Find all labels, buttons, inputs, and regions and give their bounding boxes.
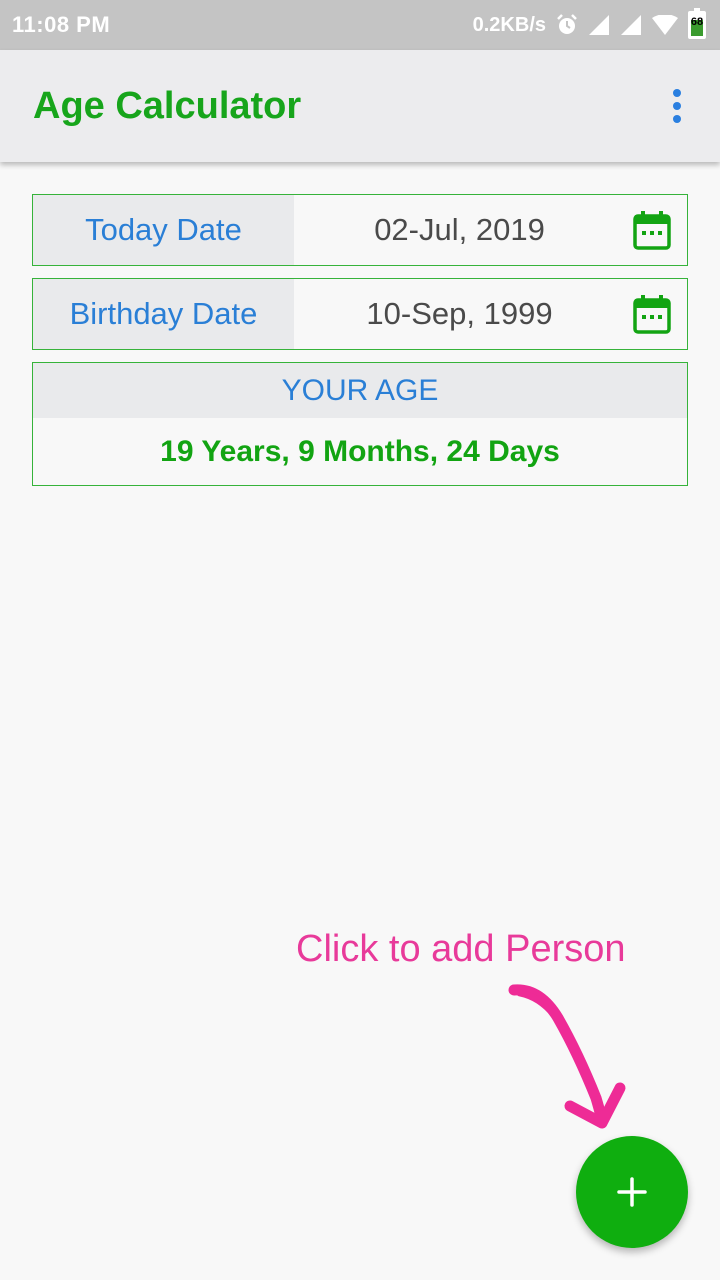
- age-result-card: YOUR AGE 19 Years, 9 Months, 24 Days: [32, 362, 688, 486]
- app-bar: Age Calculator: [0, 50, 720, 162]
- more-vert-icon[interactable]: [662, 81, 692, 131]
- plus-icon: [617, 1177, 647, 1207]
- signal-icon: [620, 14, 642, 36]
- today-date-label: Today Date: [33, 195, 294, 265]
- birthday-date-label: Birthday Date: [33, 279, 294, 349]
- status-bar: 11:08 PM 0.2KB/s 68: [0, 0, 720, 50]
- wifi-icon: [652, 15, 678, 35]
- age-header: YOUR AGE: [33, 363, 687, 418]
- age-value: 19 Years, 9 Months, 24 Days: [160, 434, 560, 468]
- calendar-icon[interactable]: [617, 279, 687, 349]
- add-person-hint: Click to add Person: [296, 928, 626, 970]
- network-speed: 0.2KB/s: [472, 13, 546, 36]
- battery-level: 68: [690, 16, 704, 28]
- today-date-row: Today Date 02-Jul, 2019: [32, 194, 688, 266]
- battery-icon: 68: [688, 8, 706, 39]
- status-time: 11:08 PM: [12, 12, 111, 37]
- birthday-date-row: Birthday Date 10-Sep, 1999: [32, 278, 688, 350]
- today-date-value[interactable]: 02-Jul, 2019: [294, 195, 617, 265]
- hand-drawn-arrow-icon: [508, 984, 626, 1129]
- add-person-button[interactable]: [576, 1136, 688, 1248]
- status-icons: 0.2KB/s 68: [472, 8, 706, 39]
- alarm-icon: [556, 14, 578, 36]
- signal-icon: [588, 14, 610, 36]
- app-title: Age Calculator: [33, 84, 302, 127]
- birthday-date-value[interactable]: 10-Sep, 1999: [294, 279, 617, 349]
- calendar-icon[interactable]: [617, 195, 687, 265]
